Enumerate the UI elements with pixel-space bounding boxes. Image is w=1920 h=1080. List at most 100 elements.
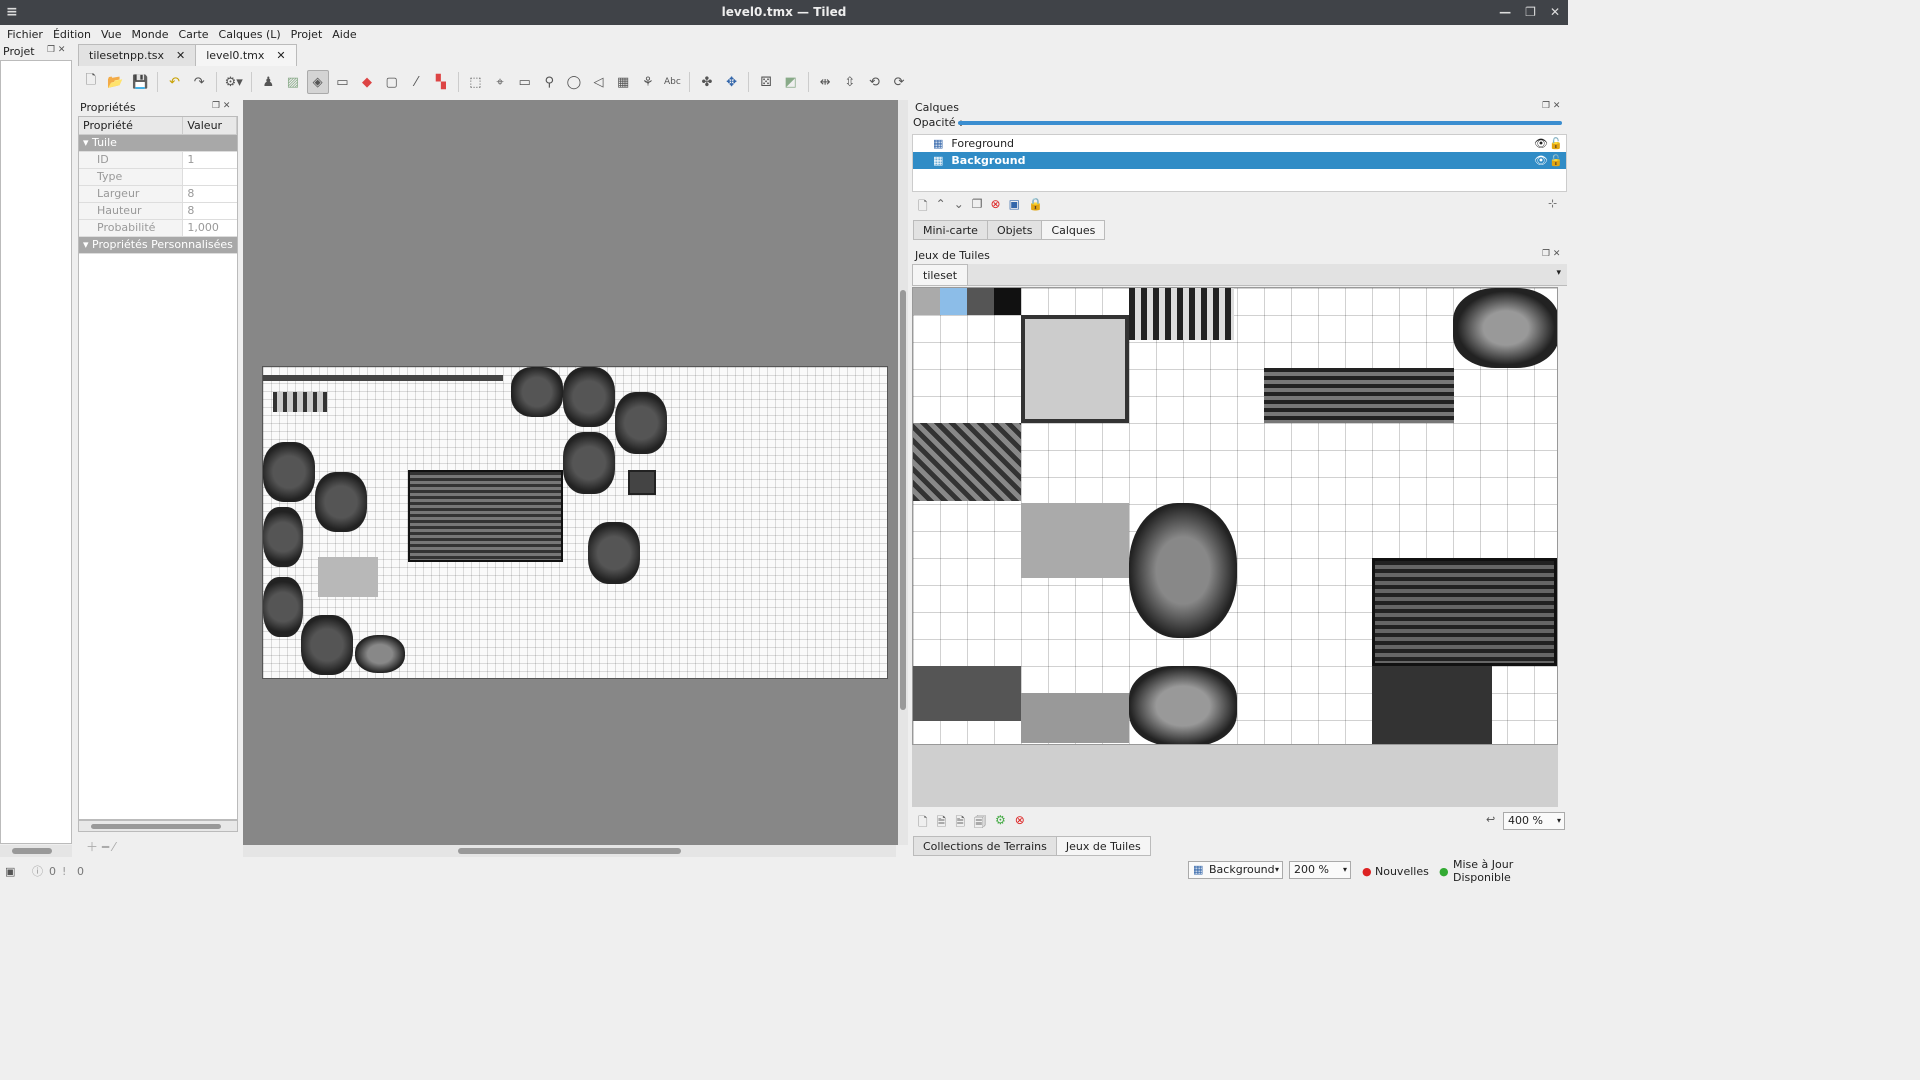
insert-polygon-icon[interactable]: ◁ <box>588 70 610 94</box>
export-tileset-icon[interactable]: 🗎 <box>955 813 965 834</box>
new-file-icon[interactable]: 🗋 <box>80 70 102 94</box>
canvas-hscrollbar[interactable] <box>243 845 896 857</box>
menu-fichier[interactable]: Fichier <box>3 28 47 41</box>
insert-rectangle-icon[interactable]: ▭ <box>514 70 536 94</box>
map-canvas[interactable] <box>243 100 898 845</box>
tab-tilesets[interactable]: Jeux de Tuiles <box>1055 836 1151 856</box>
close-icon[interactable]: ✕ <box>1550 0 1560 25</box>
insert-template-icon[interactable]: ⚘ <box>637 70 659 94</box>
visibility-eye-icon[interactable]: 👁 <box>1534 154 1548 167</box>
float-icon[interactable]: ❐ ✕ <box>1542 249 1560 259</box>
tab-tileset[interactable]: tileset <box>912 264 969 286</box>
tab-level0[interactable]: level0.tmx ✕ <box>195 44 297 66</box>
lower-layer-icon[interactable]: ⌄ <box>954 197 964 218</box>
menu-vue[interactable]: Vue <box>97 28 126 41</box>
move-icon[interactable]: ✥ <box>721 70 743 94</box>
select-same-tile-icon[interactable]: ▚ <box>430 70 452 94</box>
terrain-brush-icon[interactable]: ▨ <box>282 70 304 94</box>
menu-edition[interactable]: Édition <box>49 28 95 41</box>
properties-hscrollbar[interactable] <box>78 820 238 832</box>
unlock-icon[interactable]: 🔓 <box>1549 154 1563 167</box>
edit-tileset-icon[interactable]: 🗐 <box>974 813 986 834</box>
tileset-view[interactable] <box>912 287 1558 745</box>
layers-options-icon[interactable]: ⊹ <box>1548 197 1557 210</box>
wang-fill-icon[interactable]: ◩ <box>780 70 802 94</box>
news-link[interactable]: Nouvelles <box>1375 865 1429 878</box>
visibility-eye-icon[interactable]: 👁 <box>1534 137 1548 150</box>
tile[interactable] <box>994 288 1021 315</box>
flip-horizontal-icon[interactable]: ⇹ <box>814 70 836 94</box>
tileset-menu-icon[interactable]: ▾ <box>1556 268 1561 278</box>
select-objects-icon[interactable]: ⬚ <box>465 70 487 94</box>
layer-combo[interactable]: ▦ Background ▾ <box>1188 861 1283 879</box>
canvas-vscrollbar[interactable] <box>898 100 908 845</box>
raise-layer-icon[interactable]: ⌃ <box>936 197 946 218</box>
property-row[interactable]: ID 1 <box>79 151 237 169</box>
tileset-zoom-combo[interactable]: 400 % ▾ <box>1503 812 1565 830</box>
highlight-layer-icon[interactable]: ▣ <box>1009 197 1020 218</box>
column-header[interactable]: Valeur <box>182 117 237 135</box>
shape-fill-icon[interactable]: ▭ <box>332 70 354 94</box>
wrap-icon[interactable]: ↩ <box>1486 813 1495 826</box>
edit-polygons-icon[interactable]: ⌖ <box>489 70 511 94</box>
new-tileset-icon[interactable]: 🗋 <box>918 813 928 834</box>
eraser-icon[interactable]: ◆ <box>356 70 378 94</box>
menu-aide[interactable]: Aide <box>328 28 360 41</box>
insert-tile-icon[interactable]: ▦ <box>612 70 634 94</box>
property-row[interactable]: Type <box>79 168 237 186</box>
new-layer-icon[interactable]: 🗋 <box>918 197 928 218</box>
tile-selected[interactable] <box>940 288 967 315</box>
magic-wand-icon[interactable]: ⁄ <box>405 70 427 94</box>
embed-tileset-icon[interactable]: 🗎 <box>937 813 947 834</box>
warning-icon[interactable]: ! <box>62 865 66 878</box>
insert-point-icon[interactable]: ⚲ <box>538 70 560 94</box>
float-icon[interactable]: ❐ ✕ <box>1542 101 1560 111</box>
tile-map[interactable] <box>262 366 888 679</box>
open-file-icon[interactable]: 📂 <box>105 70 127 94</box>
remove-layer-icon[interactable]: ⊗ <box>991 197 1001 218</box>
insert-ellipse-icon[interactable]: ◯ <box>563 70 585 94</box>
tab-layers[interactable]: Calques <box>1041 220 1106 240</box>
insert-text-icon[interactable]: Abc <box>662 70 684 94</box>
menu-calques[interactable]: Calques (L) <box>215 28 285 41</box>
layer-row-foreground[interactable]: ▦ Foreground 👁 🔓 <box>913 135 1566 152</box>
rotate-left-icon[interactable]: ⟲ <box>864 70 886 94</box>
tab-minimap[interactable]: Mini-carte <box>913 220 988 240</box>
remove-tileset-icon[interactable]: ⊗ <box>1015 813 1025 834</box>
redo-icon[interactable]: ↷ <box>188 70 210 94</box>
float-icon[interactable]: ❐ ✕ <box>47 45 65 55</box>
property-row[interactable]: Largeur 8 <box>79 185 237 203</box>
maximize-icon[interactable]: ❐ <box>1525 0 1536 25</box>
menu-carte[interactable]: Carte <box>175 28 213 41</box>
random-mode-icon[interactable]: ⚄ <box>755 70 777 94</box>
rect-select-icon[interactable]: ▢ <box>381 70 403 94</box>
layer-row-background[interactable]: ▦ Background 👁 🔓 <box>913 152 1566 169</box>
minimize-icon[interactable]: — <box>1499 0 1511 25</box>
bucket-fill-icon[interactable]: ◈ <box>306 70 329 94</box>
group-custom[interactable]: ▾ Propriétés Personnalisées <box>79 236 237 254</box>
add-property-icon[interactable]: ＋ ━ ⁄ <box>86 838 115 855</box>
menu-projet[interactable]: Projet <box>287 28 327 41</box>
duplicate-layer-icon[interactable]: ❐ <box>972 197 983 218</box>
map-zoom-combo[interactable]: 200 % ▾ <box>1289 861 1351 879</box>
property-row[interactable]: Probabilité 1,000 <box>79 219 237 237</box>
console-icon[interactable]: ▣ <box>5 865 15 878</box>
close-tab-icon[interactable]: ✕ <box>176 45 185 66</box>
tab-tilesetnpp[interactable]: tilesetnpp.tsx ✕ <box>78 44 197 66</box>
flip-vertical-icon[interactable]: ⇳ <box>839 70 861 94</box>
float-icon[interactable]: ❐ ✕ <box>212 101 230 111</box>
lock-layer-icon[interactable]: 🔒 <box>1028 197 1043 218</box>
menu-monde[interactable]: Monde <box>128 28 173 41</box>
tile[interactable] <box>913 288 940 315</box>
column-header[interactable]: Propriété <box>79 117 184 135</box>
tab-objects[interactable]: Objets <box>986 220 1043 240</box>
save-icon[interactable]: 💾 <box>129 70 151 94</box>
property-row[interactable]: Hauteur 8 <box>79 202 237 220</box>
group-tuile[interactable]: ▾ Tuile <box>79 134 237 152</box>
update-link[interactable]: Mise à Jour Disponible <box>1453 858 1568 884</box>
unlock-icon[interactable]: 🔓 <box>1549 137 1563 150</box>
tile[interactable] <box>967 288 994 315</box>
tab-terrain-collections[interactable]: Collections de Terrains <box>913 836 1057 856</box>
close-tab-icon[interactable]: ✕ <box>276 45 285 66</box>
stamp-brush-icon[interactable]: ♟ <box>257 70 279 94</box>
